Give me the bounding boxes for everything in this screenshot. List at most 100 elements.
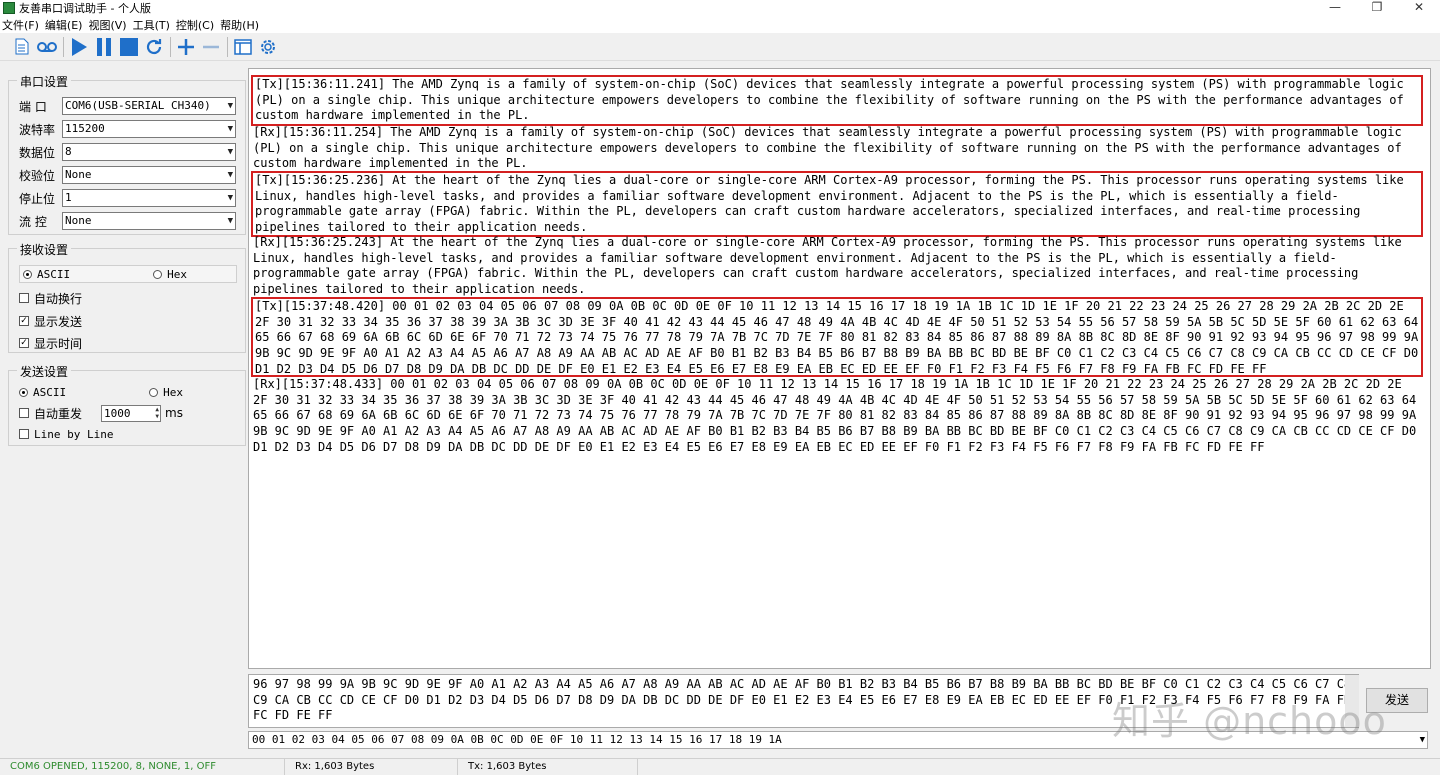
baud-value: 115200 (65, 122, 105, 135)
parity-select[interactable]: None ▼ (62, 166, 236, 184)
receive-hex-label: Hex (167, 267, 187, 281)
receive-hex-radio[interactable] (153, 269, 163, 279)
window-icon[interactable] (231, 35, 255, 59)
play-icon[interactable] (67, 35, 91, 59)
line-by-line-checkbox[interactable] (19, 429, 29, 439)
maximize-button[interactable]: ❐ (1356, 0, 1398, 16)
stopbits-select[interactable]: 1 ▼ (62, 189, 236, 207)
menu-file[interactable]: 文件(F) (0, 17, 41, 33)
watermark: 知乎 @nchooo (1112, 699, 1387, 743)
chevron-down-icon: ▼ (227, 124, 233, 134)
log-message-rx-2: [Rx][15:36:25.243] At the heart of the Z… (253, 235, 1402, 297)
send-hex-radio[interactable] (149, 387, 159, 397)
receive-settings-title: 接收设置 (17, 241, 72, 258)
stopbits-value: 1 (65, 191, 72, 204)
show-send-row: ✓ 显示发送 (19, 312, 237, 330)
interval-unit: ms (165, 406, 183, 420)
status-bar: COM6 OPENED, 115200, 8, NONE, 1, OFF Rx:… (0, 758, 1440, 775)
menu-help[interactable]: 帮助(H) (218, 17, 261, 33)
send-settings-group: 发送设置 ASCII Hex 自动重发 1000 ▲ ▼ ms Line by Li… (8, 363, 246, 446)
stop-icon[interactable] (117, 35, 141, 59)
parity-value: None (65, 168, 92, 181)
parity-row: 校验位 None ▼ (19, 166, 236, 184)
gear-icon[interactable] (256, 35, 280, 59)
flow-label: 流 控 (19, 214, 47, 229)
port-row: 端 口 COM6(USB-SERIAL CH340) ▼ (19, 97, 236, 115)
flow-value: None (65, 214, 92, 227)
parity-label: 校验位 (19, 168, 56, 183)
minus-icon[interactable] (199, 35, 223, 59)
receive-ascii-radio[interactable] (23, 269, 32, 279)
menu-control[interactable]: 控制(C) (174, 17, 216, 33)
baud-select[interactable]: 115200 ▼ (62, 120, 236, 138)
chevron-down-icon: ▼ (227, 101, 233, 111)
interval-stepper[interactable]: 1000 ▲ ▼ (101, 404, 161, 422)
show-send-checkbox[interactable]: ✓ (19, 316, 29, 326)
line-by-line-label: Line by Line (34, 427, 114, 441)
serial-settings-title: 串口设置 (17, 73, 72, 90)
show-send-label: 显示发送 (34, 314, 83, 329)
send-hex-label: Hex (163, 385, 183, 399)
plus-icon[interactable] (174, 35, 198, 59)
chevron-down-icon: ▼ (1419, 735, 1425, 745)
close-button[interactable]: ✕ (1398, 0, 1440, 16)
menu-edit[interactable]: 编辑(E) (43, 17, 85, 33)
send-settings-title: 发送设置 (17, 363, 72, 380)
receive-mode-row: ASCII Hex (19, 265, 237, 283)
interval-value: 1000 (104, 406, 131, 420)
chevron-down-icon: ▼ (227, 193, 233, 203)
menu-view[interactable]: 视图(V) (86, 17, 128, 33)
tx-count: Tx: 1,603 Bytes (458, 759, 638, 775)
menu-bar: 文件(F) 编辑(E) 视图(V) 工具(T) 控制(C) 帮助(H) (0, 16, 1440, 33)
show-time-checkbox[interactable]: ✓ (19, 338, 29, 348)
rx-count: Rx: 1,603 Bytes (285, 759, 458, 775)
port-select[interactable]: COM6(USB-SERIAL CH340) ▼ (62, 97, 236, 115)
auto-resend-label: 自动重发 (34, 406, 83, 421)
receive-output[interactable]: [Tx][15:36:11.241] The AMD Zynq is a fam… (248, 68, 1431, 669)
chevron-down-icon: ▼ (227, 216, 233, 226)
log-message-rx-3: [Rx][15:37:48.433] 00 01 02 03 04 05 06 … (253, 377, 1417, 454)
refresh-icon[interactable] (142, 35, 166, 59)
toolbar (0, 33, 1440, 61)
auto-resend-row: 自动重发 1000 ▲ ▼ ms (19, 404, 237, 422)
autowrap-checkbox[interactable] (19, 293, 29, 303)
log-message-rx-1: [Rx][15:36:11.254] The AMD Zynq is a fam… (253, 125, 1402, 171)
autowrap-label: 自动换行 (34, 291, 83, 306)
chevron-down-icon: ▼ (227, 147, 233, 157)
baud-row: 波特率 115200 ▼ (19, 120, 236, 138)
send-ascii-label: ASCII (33, 385, 67, 399)
flow-select[interactable]: None ▼ (62, 212, 236, 230)
stepper-arrows-icon[interactable]: ▲ ▼ (155, 406, 159, 420)
window-title: 友善串口调试助手 - 个人版 (19, 2, 151, 15)
stopbits-row: 停止位 1 ▼ (19, 189, 236, 207)
show-time-label: 显示时间 (34, 336, 83, 351)
autowrap-row: 自动换行 (19, 289, 237, 307)
show-time-row: ✓ 显示时间 (19, 334, 237, 352)
auto-resend-checkbox[interactable] (19, 408, 29, 418)
stopbits-label: 停止位 (19, 191, 56, 206)
log-message-tx-2: [Tx][15:36:25.236] At the heart of the Z… (251, 171, 1423, 237)
receive-ascii-label: ASCII (37, 267, 71, 281)
pause-icon[interactable] (92, 35, 116, 59)
line-by-line-row: Line by Line (19, 425, 237, 443)
receive-settings-group: 接收设置 ASCII Hex 自动换行 ✓ 显示发送 ✓ 显示时间 (8, 241, 246, 353)
send-history-value: 00 01 02 03 04 05 06 07 08 09 0A 0B 0C 0… (252, 733, 782, 746)
databits-select[interactable]: 8 ▼ (62, 143, 236, 161)
app-icon (3, 2, 15, 14)
port-value: COM6(USB-SERIAL CH340) (65, 99, 211, 112)
send-mode-row: ASCII Hex (19, 383, 237, 401)
log-message-tx-1: [Tx][15:36:11.241] The AMD Zynq is a fam… (251, 75, 1423, 126)
databits-value: 8 (65, 145, 72, 158)
cassette-icon[interactable] (35, 35, 59, 59)
menu-tools[interactable]: 工具(T) (131, 17, 172, 33)
port-label: 端 口 (19, 99, 47, 114)
title-bar: 友善串口调试助手 - 个人版 — ❐ ✕ (0, 0, 1440, 16)
settings-panel: 串口设置 端 口 COM6(USB-SERIAL CH340) ▼ 波特率 115… (8, 68, 246, 758)
flow-row: 流 控 None ▼ (19, 212, 236, 230)
baud-label: 波特率 (19, 122, 56, 137)
minimize-button[interactable]: — (1314, 0, 1356, 16)
send-ascii-radio[interactable] (19, 387, 28, 397)
chevron-down-icon: ▼ (227, 170, 233, 180)
serial-settings-group: 串口设置 端 口 COM6(USB-SERIAL CH340) ▼ 波特率 115… (8, 73, 246, 235)
document-icon[interactable] (10, 35, 34, 59)
